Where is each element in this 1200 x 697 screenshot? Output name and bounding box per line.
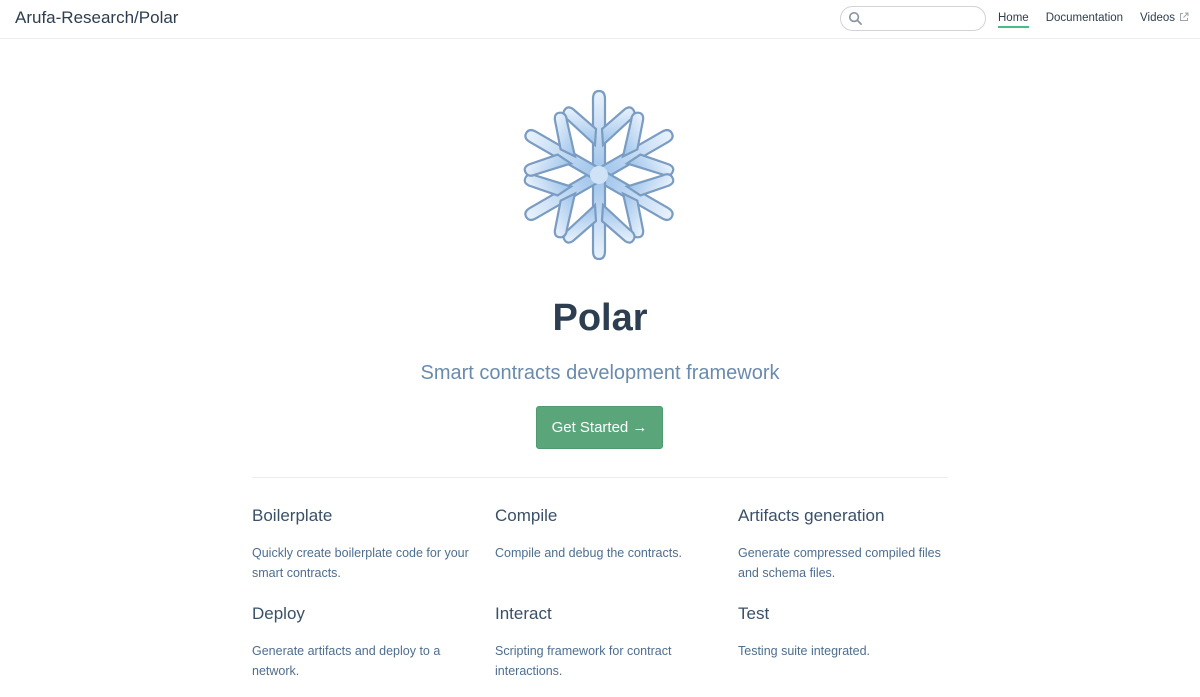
nav-link-documentation[interactable]: Documentation — [1046, 11, 1123, 26]
feature-details: Scripting framework for contract interac… — [495, 644, 672, 678]
feature-title: Interact — [495, 604, 552, 623]
hero-description: Smart contracts development framework — [420, 362, 780, 384]
feature-boilerplate: Boilerplate Quickly create boilerplate c… — [252, 505, 477, 583]
feature-details: Generate compressed compiled files and s… — [738, 546, 941, 580]
feature-title: Artifacts generation — [738, 506, 885, 525]
nav-link-home[interactable]: Home — [998, 11, 1029, 28]
search-box[interactable] — [840, 6, 986, 31]
search-input[interactable] — [867, 9, 979, 28]
feature-details: Generate artifacts and deploy to a netwo… — [252, 644, 441, 678]
feature-details: Testing suite integrated. — [738, 644, 871, 658]
nav-link-videos-label: Videos — [1140, 12, 1176, 24]
get-started-button[interactable]: Get Started → — [536, 406, 663, 449]
hero-divider — [252, 477, 948, 478]
feature-test: Test Testing suite integrated. — [738, 603, 963, 662]
nav-link-videos[interactable]: Videos — [1140, 11, 1189, 26]
feature-details: Quickly create boilerplate code for your… — [252, 546, 469, 580]
feature-title: Boilerplate — [252, 506, 333, 525]
feature-artifacts-generation: Artifacts generation Generate compressed… — [738, 505, 963, 583]
navbar: Arufa-Research/Polar Home Documentation … — [0, 0, 1200, 39]
snowflake-icon — [512, 89, 686, 261]
nav-links: Home Documentation Videos — [998, 11, 1200, 31]
feature-details: Compile and debug the contracts. — [495, 546, 682, 560]
site-name-link[interactable]: Arufa-Research/Polar — [15, 8, 178, 28]
feature-title: Test — [738, 604, 770, 623]
feature-compile: Compile Compile and debug the contracts. — [495, 505, 720, 564]
feature-title: Compile — [495, 506, 558, 525]
hero-title: Polar — [552, 297, 648, 339]
feature-deploy: Deploy Generate artifacts and deploy to … — [252, 603, 477, 681]
external-link-icon — [1180, 12, 1189, 21]
search-icon — [848, 11, 862, 25]
feature-interact: Interact Scripting framework for contrac… — [495, 603, 720, 681]
feature-title: Deploy — [252, 604, 305, 623]
